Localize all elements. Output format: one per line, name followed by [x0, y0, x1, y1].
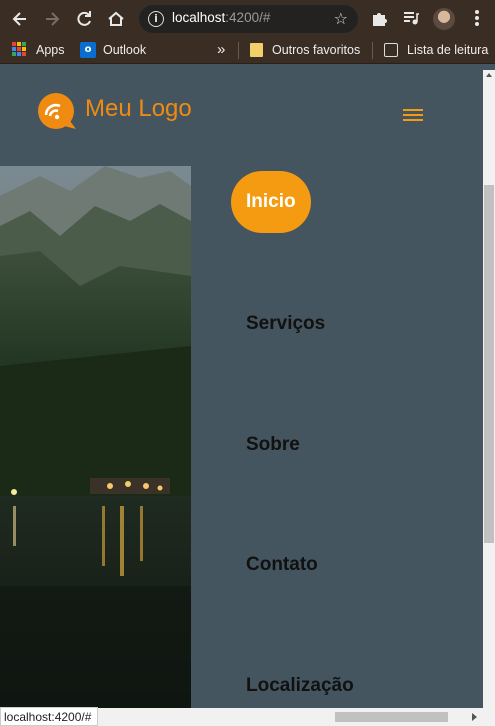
media-icon[interactable] — [401, 9, 421, 29]
page-content: Meu Logo Inicio Serviços Sobre Contato L… — [0, 70, 483, 708]
outlook-icon[interactable]: o — [80, 42, 96, 58]
menu-item-sobre[interactable]: Sobre — [246, 434, 300, 456]
horizontal-scroll-thumb[interactable] — [335, 712, 448, 722]
address-bar[interactable]: i localhost:4200/# ☆ — [139, 5, 358, 33]
logo-icon[interactable] — [36, 93, 78, 131]
status-bar-url: localhost:4200/# — [0, 707, 99, 726]
bookmark-separator — [372, 42, 373, 59]
bookmark-apps[interactable]: Apps — [36, 43, 65, 57]
bookmark-outros-favoritos[interactable]: Outros favoritos — [272, 43, 360, 57]
kebab-menu-icon[interactable] — [467, 9, 487, 29]
folder-icon[interactable] — [250, 43, 263, 57]
forward-icon[interactable] — [42, 9, 62, 29]
home-icon[interactable] — [106, 9, 126, 29]
bookmark-separator — [238, 42, 239, 59]
menu-item-localizacao[interactable]: Localização — [246, 675, 354, 697]
bookmark-outlook[interactable]: Outlook — [103, 43, 146, 57]
menu-item-servicos[interactable]: Serviços — [246, 313, 325, 335]
scroll-up-icon[interactable] — [486, 73, 492, 77]
info-icon[interactable]: i — [148, 11, 164, 27]
reading-list-icon[interactable] — [384, 43, 398, 57]
vertical-scrollbar[interactable] — [483, 70, 495, 708]
apps-icon[interactable] — [12, 42, 26, 56]
vertical-scroll-thumb[interactable] — [484, 185, 494, 543]
menu-item-inicio[interactable]: Inicio — [231, 171, 311, 233]
hamburger-icon[interactable] — [403, 109, 423, 123]
back-icon[interactable] — [10, 9, 30, 29]
star-icon[interactable]: ☆ — [334, 9, 348, 28]
bookmarks-overflow-button[interactable]: » — [217, 41, 225, 58]
address-url: localhost:4200/# — [172, 10, 271, 25]
logo-text[interactable]: Meu Logo — [85, 95, 192, 123]
menu-item-contato[interactable]: Contato — [246, 554, 318, 576]
browser-toolbar: i localhost:4200/# ☆ — [0, 0, 495, 38]
reload-icon[interactable] — [74, 9, 94, 29]
bookmark-lista-de-leitura[interactable]: Lista de leitura — [407, 43, 488, 57]
lake-mountain-photo — [0, 166, 191, 708]
profile-avatar[interactable] — [433, 8, 455, 30]
puzzle-icon[interactable] — [369, 9, 389, 29]
scroll-right-icon[interactable] — [472, 713, 477, 721]
